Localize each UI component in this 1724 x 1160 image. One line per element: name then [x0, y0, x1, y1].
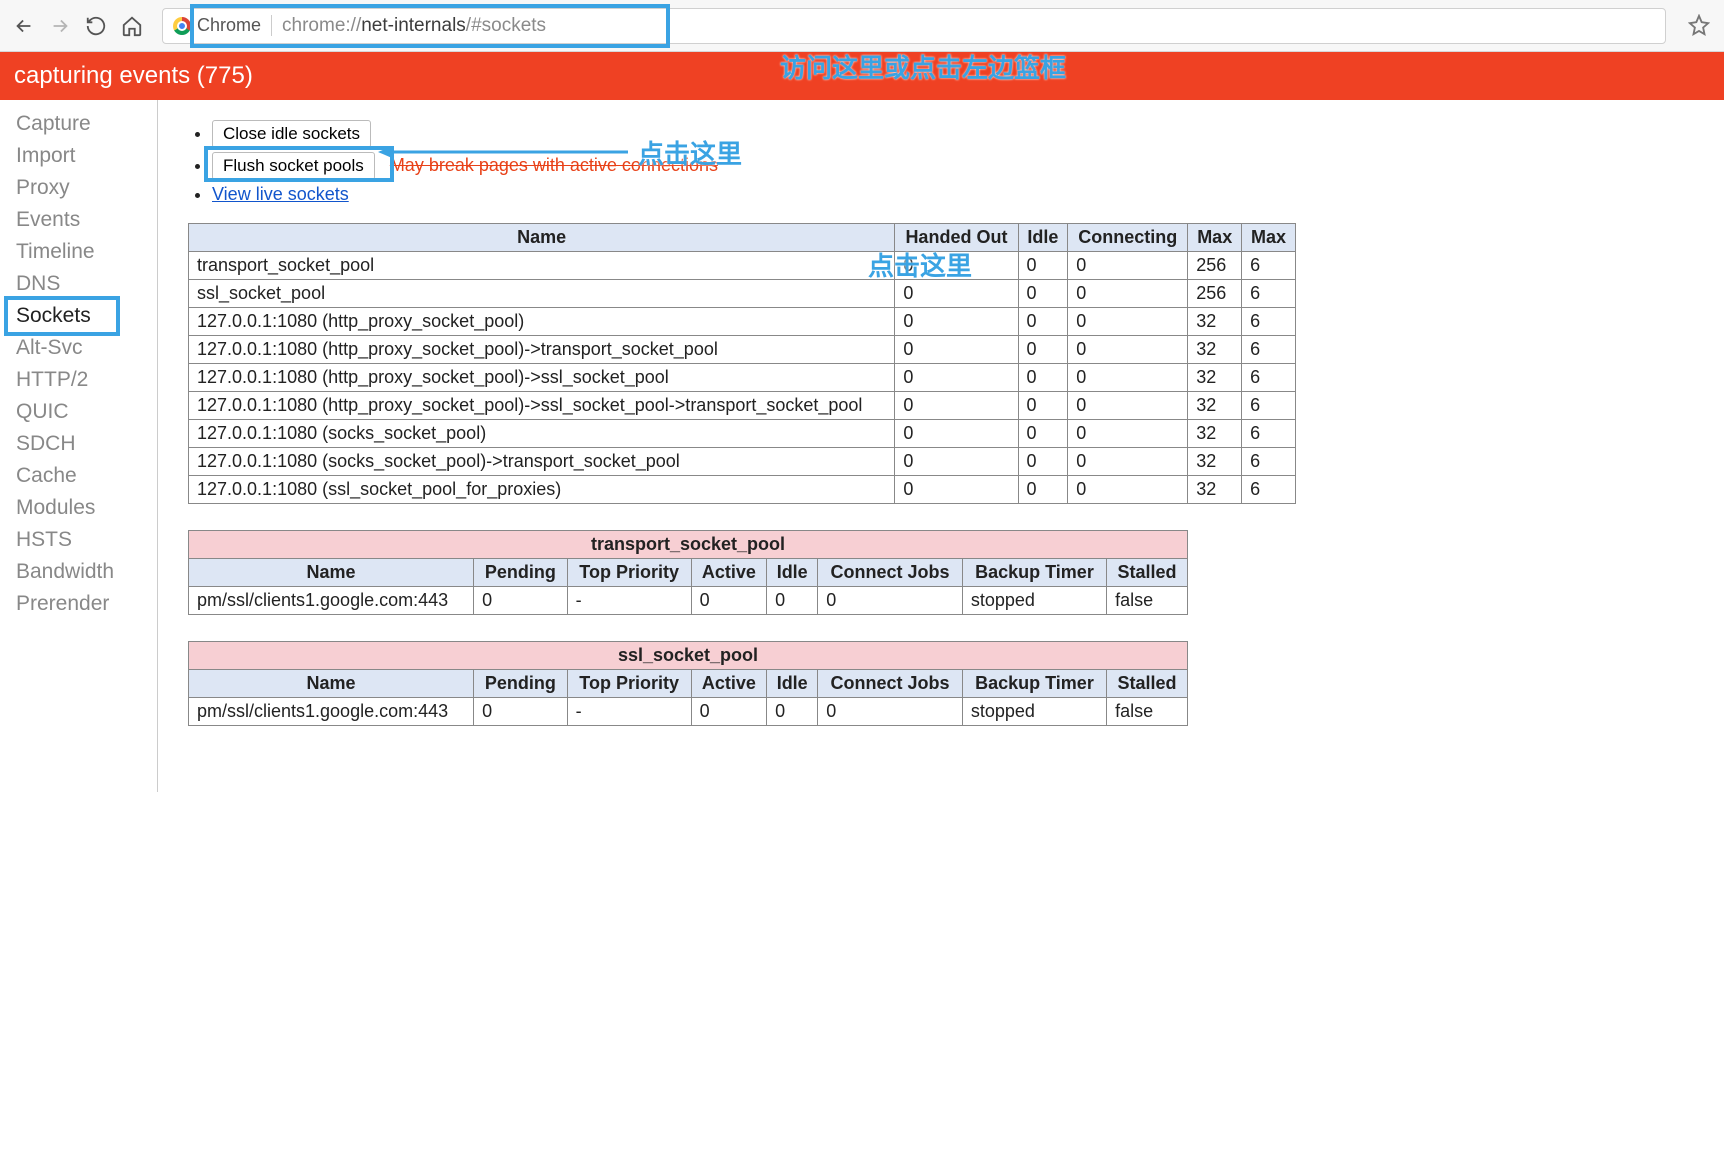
- col-header: Name: [189, 559, 474, 587]
- back-icon[interactable]: [12, 14, 36, 38]
- sidebar-item-cache[interactable]: Cache: [0, 460, 157, 492]
- detail-table: ssl_socket_poolNamePendingTop PriorityAc…: [188, 641, 1188, 726]
- browser-toolbar: Chrome chrome://net-internals/#sockets: [0, 0, 1724, 52]
- home-icon[interactable]: [120, 14, 144, 38]
- highlight-sockets: [4, 296, 120, 336]
- sidebar-item-sockets[interactable]: Sockets: [0, 300, 157, 332]
- table-row[interactable]: 127.0.0.1:1080 (http_proxy_socket_pool)0…: [189, 308, 1296, 336]
- col-header: Name: [189, 670, 474, 698]
- sidebar: CaptureImportProxyEventsTimelineDNSSocke…: [0, 100, 158, 792]
- reload-icon[interactable]: [84, 14, 108, 38]
- chrome-chip: Chrome: [173, 15, 272, 36]
- chrome-icon: [173, 17, 191, 35]
- col-header: Idle: [1018, 224, 1068, 252]
- col-header: Stalled: [1107, 559, 1188, 587]
- close-idle-button[interactable]: Close idle sockets: [212, 120, 371, 148]
- detail-title: transport_socket_pool: [189, 531, 1188, 559]
- sidebar-item-timeline[interactable]: Timeline: [0, 236, 157, 268]
- col-header: Active: [691, 670, 767, 698]
- chrome-label: Chrome: [197, 15, 261, 36]
- sidebar-item-quic[interactable]: QUIC: [0, 396, 157, 428]
- sidebar-item-events[interactable]: Events: [0, 204, 157, 236]
- table-row[interactable]: 127.0.0.1:1080 (socks_socket_pool)000326: [189, 420, 1296, 448]
- sidebar-item-capture[interactable]: Capture: [0, 108, 157, 140]
- table-row[interactable]: pm/ssl/clients1.google.com:4430-000stopp…: [189, 698, 1188, 726]
- col-header: Active: [691, 559, 767, 587]
- sidebar-item-proxy[interactable]: Proxy: [0, 172, 157, 204]
- forward-icon[interactable]: [48, 14, 72, 38]
- col-header: Max: [1188, 224, 1242, 252]
- main-content: Close idle sockets Flush socket pools Ma…: [158, 100, 1724, 792]
- col-header: Pending: [474, 670, 568, 698]
- col-header: Backup Timer: [962, 559, 1106, 587]
- col-header: Connecting: [1068, 224, 1188, 252]
- detail-title: ssl_socket_pool: [189, 642, 1188, 670]
- status-banner: capturing events (775): [0, 52, 1724, 100]
- col-header: Idle: [767, 670, 818, 698]
- table-row[interactable]: 127.0.0.1:1080 (http_proxy_socket_pool)-…: [189, 336, 1296, 364]
- flush-warning: May break pages with active connections: [390, 155, 718, 175]
- sidebar-item-altsvc[interactable]: Alt-Svc: [0, 332, 157, 364]
- col-header: Handed Out: [895, 224, 1018, 252]
- col-header: Backup Timer: [962, 670, 1106, 698]
- flush-socket-pools-button[interactable]: Flush socket pools: [212, 152, 375, 180]
- omnibox[interactable]: Chrome chrome://net-internals/#sockets: [162, 8, 1666, 44]
- table-row[interactable]: 127.0.0.1:1080 (http_proxy_socket_pool)-…: [189, 392, 1296, 420]
- sidebar-item-http2[interactable]: HTTP/2: [0, 364, 157, 396]
- table-row[interactable]: ssl_socket_pool0002566: [189, 280, 1296, 308]
- col-header: Name: [189, 224, 895, 252]
- col-header: Max: [1242, 224, 1296, 252]
- sidebar-item-sdch[interactable]: SDCH: [0, 428, 157, 460]
- table-row[interactable]: transport_socket_pool0002566: [189, 252, 1296, 280]
- detail-table: transport_socket_poolNamePendingTop Prio…: [188, 530, 1188, 615]
- table-row[interactable]: pm/ssl/clients1.google.com:4430-000stopp…: [189, 587, 1188, 615]
- view-live-sockets-link[interactable]: View live sockets: [212, 184, 349, 204]
- table-row[interactable]: 127.0.0.1:1080 (socks_socket_pool)->tran…: [189, 448, 1296, 476]
- col-header: Connect Jobs: [818, 670, 963, 698]
- col-header: Stalled: [1107, 670, 1188, 698]
- sidebar-item-bandwidth[interactable]: Bandwidth: [0, 556, 157, 588]
- table-row[interactable]: 127.0.0.1:1080 (ssl_socket_pool_for_prox…: [189, 476, 1296, 504]
- sidebar-item-prerender[interactable]: Prerender: [0, 588, 157, 620]
- col-header: Top Priority: [567, 559, 691, 587]
- omnibox-url: chrome://net-internals/#sockets: [272, 15, 546, 37]
- sidebar-item-modules[interactable]: Modules: [0, 492, 157, 524]
- bookmark-star-icon[interactable]: [1688, 14, 1712, 38]
- sidebar-item-hsts[interactable]: HSTS: [0, 524, 157, 556]
- actions-list: Close idle sockets Flush socket pools Ma…: [208, 120, 1708, 205]
- table-row[interactable]: 127.0.0.1:1080 (http_proxy_socket_pool)-…: [189, 364, 1296, 392]
- col-header: Top Priority: [567, 670, 691, 698]
- pool-summary-table: NameHanded OutIdleConnectingMaxMaxtransp…: [188, 223, 1296, 504]
- sidebar-item-import[interactable]: Import: [0, 140, 157, 172]
- col-header: Connect Jobs: [818, 559, 963, 587]
- col-header: Idle: [767, 559, 818, 587]
- col-header: Pending: [474, 559, 568, 587]
